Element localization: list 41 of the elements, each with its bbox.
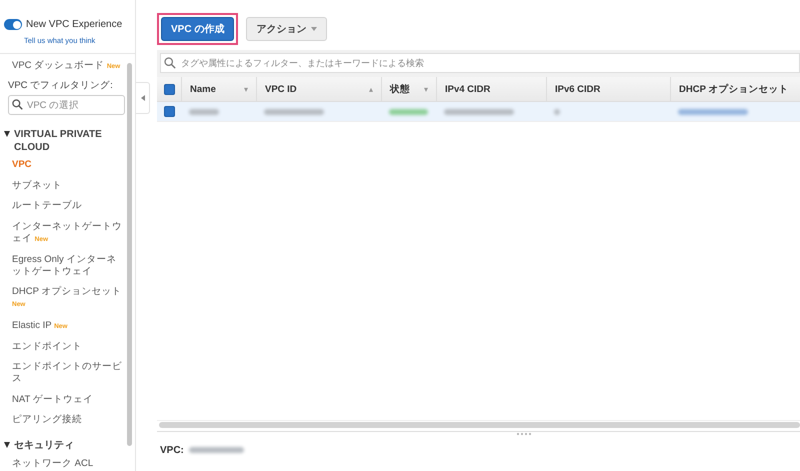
- redacted-value: [389, 108, 428, 114]
- search-icon: [164, 57, 176, 69]
- redacted-value: [554, 108, 560, 114]
- redacted-value: [678, 108, 748, 114]
- redacted-value: [188, 447, 244, 453]
- nav-link[interactable]: ネットワーク ACL: [4, 453, 125, 471]
- redacted-value: [444, 108, 514, 114]
- section-title: セキュリティ: [14, 439, 74, 452]
- column-header[interactable]: IPv4 CIDR: [437, 77, 547, 101]
- column-header[interactable]: VPC ID ▴: [257, 77, 382, 101]
- column-header[interactable]: IPv6 CIDR: [547, 77, 671, 101]
- nav-link[interactable]: エンドポイントのサービス: [4, 357, 125, 390]
- collapse-button[interactable]: [136, 82, 150, 114]
- caret-icon[interactable]: [4, 442, 10, 448]
- search-icon: [12, 99, 23, 110]
- redacted-value: [264, 108, 324, 114]
- select-all-checkbox[interactable]: [164, 84, 174, 94]
- nav-link[interactable]: ルートテーブル: [4, 196, 125, 216]
- redacted-value: [189, 108, 219, 114]
- column-header[interactable]: 状態 ▾: [382, 77, 437, 101]
- section-title: VIRTUAL PRIVATE CLOUD: [14, 128, 103, 154]
- nav-link[interactable]: ピアリング接続: [4, 410, 125, 430]
- nav-link[interactable]: Egress Only インターネットゲートウェイ: [4, 250, 125, 282]
- caret-icon[interactable]: [4, 131, 10, 138]
- scrollbar[interactable]: [127, 63, 132, 446]
- filter-label: VPC でフィルタリング:: [7, 79, 114, 94]
- create-vpc-button[interactable]: VPC の作成: [161, 17, 234, 41]
- nav-link[interactable]: サブネット: [4, 176, 125, 196]
- vpc-select-field[interactable]: VPC の選択: [8, 95, 125, 116]
- search-field[interactable]: タグや属性によるフィルター、またはキーワードによる検索: [160, 53, 800, 73]
- actions-dropdown[interactable]: アクション: [246, 17, 328, 41]
- column-header[interactable]: Name ▾: [182, 77, 257, 101]
- horizontal-scrollbar[interactable]: [159, 422, 800, 428]
- resize-handle[interactable]: [516, 433, 530, 437]
- details-label: VPC:: [160, 444, 184, 456]
- toggle-label: New VPC Experience: [26, 19, 122, 30]
- column-header[interactable]: DHCP オプションセット: [671, 77, 800, 101]
- row-checkbox[interactable]: [164, 106, 174, 117]
- nav-link[interactable]: NAT ゲートウェイ: [4, 390, 125, 410]
- nav-link[interactable]: エンドポイント: [4, 336, 125, 358]
- toggle-switch[interactable]: [4, 19, 22, 30]
